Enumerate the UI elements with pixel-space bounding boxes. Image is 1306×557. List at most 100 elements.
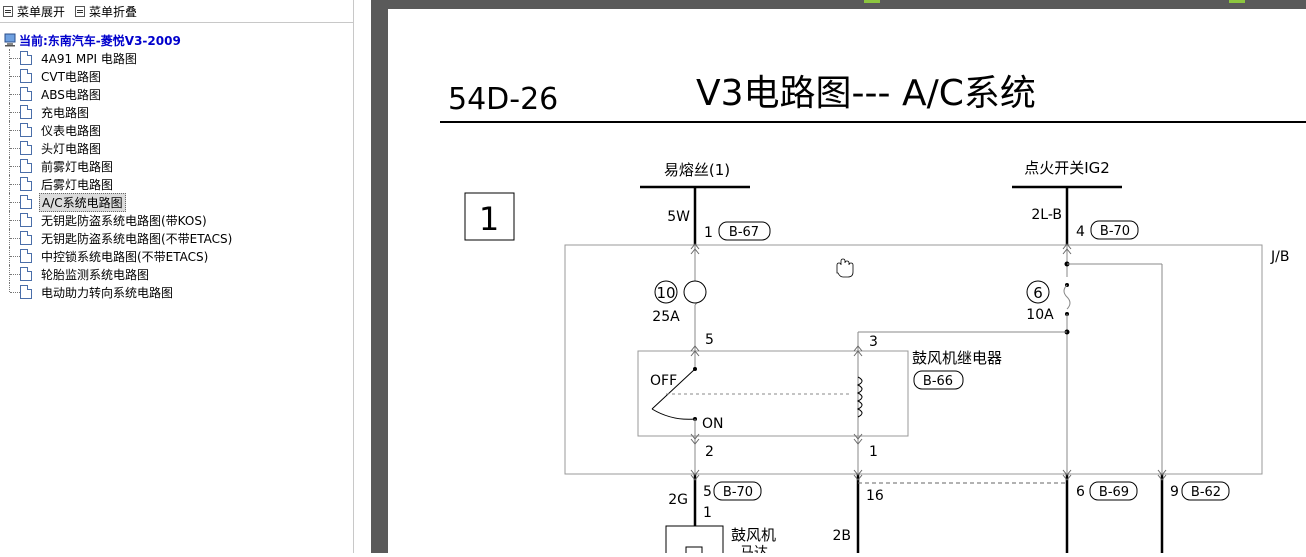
document-icon [20,249,32,263]
pin-1-label: 1 [704,225,713,241]
computer-icon [4,33,16,47]
pin-5-label: 5 [705,332,714,348]
tree-item-keyless-kos[interactable]: 无钥匙防盗系统电路图(带KOS) [4,211,234,229]
conn-b69-label: B-69 [1099,485,1129,500]
page-title: V3电路图--- A/C系统 [696,73,1036,114]
pin-1-bottom-label: 1 [869,444,878,460]
viewer-marker [1229,0,1245,3]
fuse-6 [1063,284,1071,310]
document-icon [20,285,32,299]
relay-coil [856,376,863,418]
wire-5w-label: 5W [667,209,690,225]
switch-on-label: ON [702,416,724,432]
document-icon [20,159,32,173]
tree-item-label: 4A91 MPI 电路图 [41,51,137,66]
tree-item-label: ABS电路图 [41,87,101,102]
tree-item-ac[interactable]: A/C系统电路图 [4,192,234,212]
motor-label: 鼓风机 [731,526,776,544]
tree-item-label: 轮胎监测系统电路图 [41,267,150,282]
tree-item-abs[interactable]: ABS电路图 [4,85,234,103]
fuse-6-rating: 10A [1026,307,1054,323]
document-icon [20,87,32,101]
circuit-diagram: 54D-26 V3电路图--- A/C系统 1 易熔丝(1) 点火开关IG2 J… [440,73,1306,557]
tree-item-tire-monitor[interactable]: 轮胎监测系统电路图 [4,265,234,283]
tree-item-label: 无钥匙防盗系统电路图(带KOS) [41,213,207,228]
relay-label: 鼓风机继电器 [912,349,1002,367]
document-icon [20,105,32,119]
document-icon [20,231,32,245]
menu-panel: 菜单展开 菜单折叠 当前:东南汽车-菱悦V3-2009 4A91 MPI 电路图… [0,0,354,553]
document-icon [20,51,32,65]
page-code: 54D-26 [448,82,558,117]
pin-9-label: 9 [1170,484,1179,500]
jb-label: J/B [1270,249,1289,265]
expand-menu-label: 菜单展开 [17,4,66,19]
splitter[interactable] [354,0,371,553]
collapse-icon [75,5,86,17]
tree-item-label: 仪表电路图 [41,123,102,138]
conn-b67-label: B-67 [729,225,759,240]
tree-root-label: 当前:东南汽车-菱悦V3-2009 [19,33,181,48]
fuse-6-num: 6 [1033,284,1043,302]
document-icon [20,141,32,155]
document-icon [20,213,32,227]
document-icon [20,195,32,209]
fuse-source-label: 易熔丝(1) [664,161,730,179]
tree-item-eps[interactable]: 电动助力转向系统电路图 [4,283,234,301]
fuse-10-marker [683,280,707,304]
document-icon [20,123,32,137]
tree-item-label: 头灯电路图 [41,141,102,156]
tree-item-label: A/C系统电路图 [39,192,126,212]
expand-icon [3,5,13,17]
fuse-10-rating: 25A [652,309,680,325]
document-icon [20,267,32,281]
conn-b66-label: B-66 [923,374,953,389]
diagram-page: 54D-26 V3电路图--- A/C系统 1 易熔丝(1) 点火开关IG2 J… [388,9,1306,557]
pin-6-label: 6 [1076,484,1085,500]
pin-4-label: 4 [1076,224,1085,240]
tree-item-central-lock[interactable]: 中控锁系统电路图(不带ETACS) [4,247,234,265]
section-number: 1 [479,200,499,238]
tree-item-rear-fog[interactable]: 后雾灯电路图 [4,175,234,193]
tree-item-headlamp[interactable]: 头灯电路图 [4,139,234,157]
pin-2-label: 2 [705,444,714,460]
wire-2b-label: 2B [832,528,851,544]
wire-2g-label: 2G [668,492,688,508]
tree-item-label: 中控锁系统电路图(不带ETACS) [41,249,209,264]
ign-source-label: 点火开关IG2 [1024,159,1110,177]
hand-cursor-icon [836,258,854,278]
collapse-menu-label: 菜单折叠 [89,4,138,19]
tree-item-charging[interactable]: 充电路图 [4,103,234,121]
document-icon [20,177,32,191]
switch-off-label: OFF [650,373,677,389]
tree-item-label: 充电路图 [41,105,90,120]
wire-2lb-label: 2L-B [1031,207,1062,223]
pin-1-motor-label: 1 [703,505,712,521]
pin-3-label: 3 [869,334,878,350]
conn-b70-bottom-label: B-70 [723,485,753,500]
conn-b70-label: B-70 [1100,224,1130,239]
tree-root[interactable]: 当前:东南汽车-菱悦V3-2009 [4,31,234,49]
tree-item-label: CVT电路图 [41,69,101,84]
document-icon [20,69,32,83]
tree-item-front-fog[interactable]: 前雾灯电路图 [4,157,234,175]
expand-menu-button[interactable]: 菜单展开 [3,3,65,20]
tree-item-instrument[interactable]: 仪表电路图 [4,121,234,139]
fuse-10-num: 10 [656,284,675,302]
conn-b62-label: B-62 [1191,485,1221,500]
diagram-viewer[interactable]: 54D-26 V3电路图--- A/C系统 1 易熔丝(1) 点火开关IG2 J… [371,0,1306,557]
viewer-marker [864,0,880,3]
tree-item-cvt[interactable]: CVT电路图 [4,67,234,85]
pin-16-label: 16 [866,488,884,504]
tree-item-label: 电动助力转向系统电路图 [41,285,174,300]
tree-item-4a91[interactable]: 4A91 MPI 电路图 [4,49,234,67]
menu-toolbar: 菜单展开 菜单折叠 [0,0,353,23]
tree-item-label: 后雾灯电路图 [41,177,114,192]
tree-item-keyless-no-etacs[interactable]: 无钥匙防盗系统电路图(不带ETACS) [4,229,234,247]
motor-sub-label: 马达 [740,545,768,553]
collapse-menu-button[interactable]: 菜单折叠 [75,3,137,20]
pin-5-bottom-label: 5 [703,484,712,500]
tree-item-label: 无钥匙防盗系统电路图(不带ETACS) [41,231,233,246]
tree-item-label: 前雾灯电路图 [41,159,114,174]
circuit-tree: 当前:东南汽车-菱悦V3-2009 4A91 MPI 电路图 CVT电路图 AB… [4,31,234,301]
